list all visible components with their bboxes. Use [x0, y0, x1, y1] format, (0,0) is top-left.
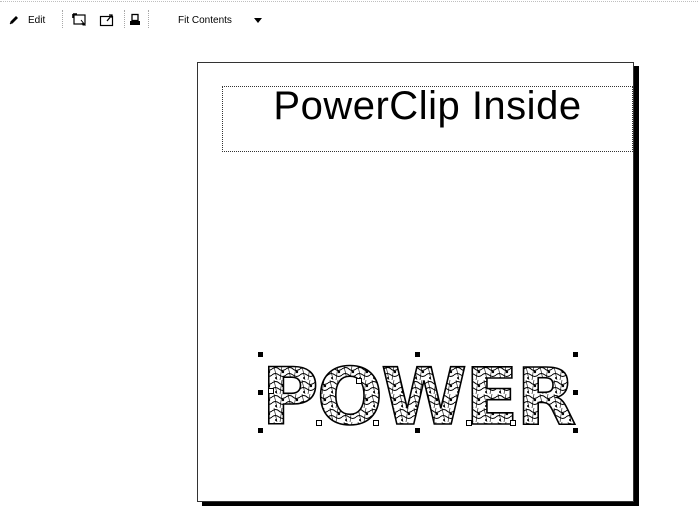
- node-marker[interactable]: [373, 420, 379, 426]
- selection-handle[interactable]: [258, 390, 263, 395]
- fit-contents-label: Fit Contents: [178, 14, 232, 26]
- dropdown-arrow-icon[interactable]: [253, 17, 262, 23]
- extract-contents-icon: [99, 13, 115, 27]
- fit-contents-dropdown[interactable]: Fit Contents: [178, 11, 262, 29]
- edit-button[interactable]: Edit: [8, 11, 45, 29]
- selection-handle[interactable]: [573, 390, 578, 395]
- lock-contents-button[interactable]: [128, 11, 142, 29]
- toolbar-separator: [148, 10, 149, 28]
- node-marker[interactable]: [356, 378, 362, 384]
- node-marker[interactable]: [316, 420, 322, 426]
- toolbar-top-border: [0, 1, 698, 2]
- select-contents-button[interactable]: [72, 11, 88, 29]
- toolbar-separator: [124, 10, 125, 28]
- selection-handle[interactable]: [573, 428, 578, 433]
- clipped-word: POWER: [262, 353, 576, 432]
- selection-handle[interactable]: [415, 428, 420, 433]
- powerclip-toolbar: Edit Fit Contents: [0, 0, 698, 38]
- edit-label: Edit: [28, 14, 46, 26]
- lock-contents-icon: [128, 13, 142, 27]
- powerclip-container[interactable]: POWER: [258, 352, 578, 444]
- toolbar-separator: [62, 10, 63, 28]
- node-marker[interactable]: [510, 420, 516, 426]
- selection-handle[interactable]: [415, 352, 420, 357]
- node-marker[interactable]: [466, 420, 472, 426]
- select-contents-icon: [72, 13, 88, 27]
- selection-handle[interactable]: [258, 352, 263, 357]
- selection-handle[interactable]: [258, 428, 263, 433]
- powerclip-title-text[interactable]: PowerClip Inside: [222, 84, 633, 129]
- extract-contents-button[interactable]: [99, 11, 115, 29]
- powerclip-graphic: POWER: [261, 352, 578, 444]
- pencil-icon: [8, 14, 20, 26]
- selection-handle[interactable]: [573, 352, 578, 357]
- node-marker[interactable]: [268, 388, 274, 394]
